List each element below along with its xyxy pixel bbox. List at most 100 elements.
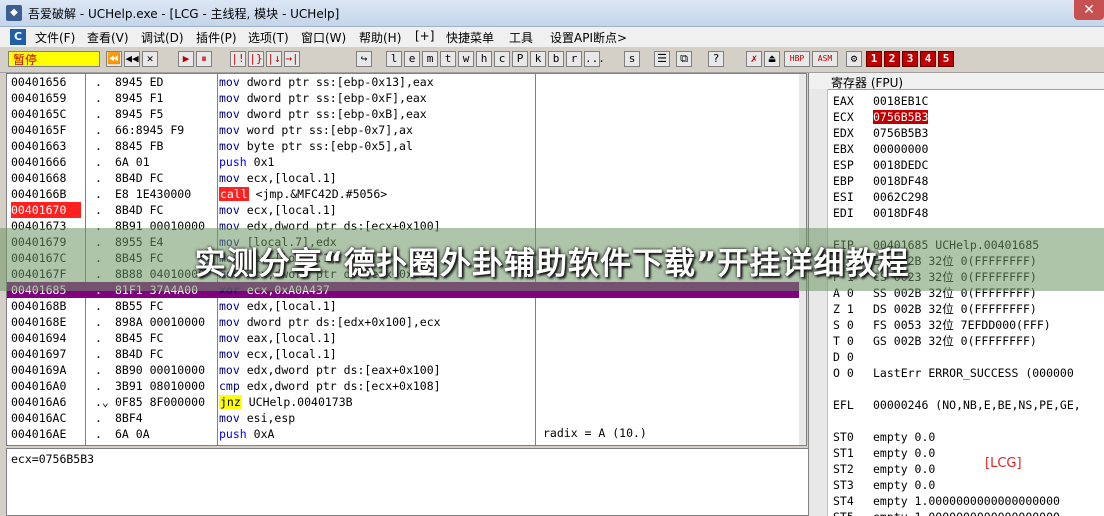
disasm-instruction: mov esi,esp <box>219 410 535 426</box>
disasm-row[interactable]: 0040165C. 8945 F5 mov dword ptr ss:[ebp-0x… <box>7 106 806 122</box>
close-process-icon[interactable]: ✕ <box>142 51 158 67</box>
menu-window[interactable]: 窗口(W) <box>301 29 346 46</box>
handles-button[interactable]: h <box>476 51 492 67</box>
register-line[interactable]: EBP 0018DF48 <box>833 173 1104 189</box>
list-icon[interactable]: ☰ <box>654 51 670 67</box>
menu-debug[interactable]: 调试(D) <box>141 29 184 46</box>
cpu-window-icon[interactable]: C <box>10 29 26 45</box>
disasm-row[interactable]: 00401670. 8B4D FC mov ecx,[local.1] <box>7 202 806 218</box>
window-icon[interactable]: ⧉ <box>676 51 692 67</box>
run-icon[interactable]: ▶ <box>178 51 194 67</box>
menu-shortcut[interactable]: 快捷菜单 <box>446 29 494 46</box>
menu-plugins[interactable]: 插件(P) <box>196 29 237 46</box>
disasm-row[interactable]: 004016B0. 8B45 F8 lea eax,[local.6] <box>7 442 806 445</box>
asm-button[interactable]: ASM <box>812 51 838 67</box>
menu-api-breakpoint[interactable]: 设置API断点> <box>550 29 627 46</box>
register-line[interactable]: ST3 empty 0.0 <box>833 477 1104 493</box>
modules-button[interactable]: e <box>404 51 420 67</box>
disasm-row[interactable]: 00401656. 8945 ED mov dword ptr ss:[ebp-0x… <box>7 74 806 90</box>
register-line[interactable]: ESP 0018DEDC <box>833 157 1104 173</box>
disasm-row[interactable]: 00401659. 8945 F1 mov dword ptr ss:[ebp-0x… <box>7 90 806 106</box>
disasm-row[interactable]: 004016A0. 3B91 08010000 cmp edx,dword ptr … <box>7 378 806 394</box>
register-line[interactable]: ST2 empty 0.0 <box>833 461 1104 477</box>
trace-over-icon[interactable]: →| <box>284 51 300 67</box>
eject-icon[interactable]: ⏏ <box>764 51 780 67</box>
register-line[interactable]: S 0 FS 0053 32位 7EFDD000(FFF) <box>833 317 1104 333</box>
number-button-5[interactable]: 5 <box>938 51 954 67</box>
disasm-row[interactable]: 0040168E. 898A 00010000 mov dword ptr ds:[… <box>7 314 806 330</box>
menu-tools[interactable]: 工具 <box>509 29 533 46</box>
number-button-2[interactable]: 2 <box>884 51 900 67</box>
registers-pane[interactable]: 寄存器 (FPU) EAX 0018EB1C ECX 0756B5B3 EDX 0756B… <box>808 73 1104 516</box>
step-into-icon[interactable]: |! <box>230 51 246 67</box>
disasm-instruction: mov byte ptr ss:[ebp-0x5],al <box>219 138 535 154</box>
register-line[interactable]: T 0 GS 002B 32位 0(FFFFFFFF) <box>833 333 1104 349</box>
memory-button[interactable]: m <box>422 51 438 67</box>
windows-button[interactable]: w <box>458 51 474 67</box>
open-icon[interactable]: ⏪ <box>106 51 122 67</box>
disasm-row[interactable]: 004016AE. 6A 0A push 0xA <box>7 426 806 442</box>
register-value: empty 0.0 <box>873 462 936 476</box>
register-value: empty 1.0000000000000000000 <box>873 494 1060 508</box>
disasm-row[interactable]: 0040166B. E8 1E430000 call <jmp.&MFC42D.#5… <box>7 186 806 202</box>
run-trace-button[interactable]: ... <box>584 51 605 67</box>
menu-view[interactable]: 查看(V) <box>87 29 129 46</box>
number-button-1[interactable]: 1 <box>866 51 882 67</box>
registers-header[interactable]: 寄存器 (FPU) <box>809 73 1104 90</box>
register-line[interactable]: EBX 00000000 <box>833 141 1104 157</box>
register-line[interactable]: ST0 empty 0.0 <box>833 429 1104 445</box>
register-line[interactable]: EFL 00000246 (NO,NB,E,BE,NS,PE,GE, <box>833 397 1104 413</box>
register-line[interactable] <box>833 381 1104 397</box>
disasm-row[interactable]: 00401694. 8B45 FC mov eax,[local.1] <box>7 330 806 346</box>
hardware-breakpoint-button[interactable]: HBP <box>784 51 810 67</box>
trace-into-icon[interactable]: |↓ <box>266 51 282 67</box>
step-over-icon[interactable]: |} <box>248 51 264 67</box>
settings-icon[interactable]: ⚙ <box>846 51 862 67</box>
register-line[interactable]: EAX 0018EB1C <box>833 93 1104 109</box>
menu-help[interactable]: 帮助(H) <box>359 29 401 46</box>
help-icon[interactable]: ? <box>708 51 724 67</box>
disasm-row[interactable]: 00401668. 8B4D FC mov ecx,[local.1] <box>7 170 806 186</box>
disasm-row[interactable]: 0040169A. 8B90 00010000 mov edx,dword ptr … <box>7 362 806 378</box>
register-line[interactable]: EDI 0018DF48 <box>833 205 1104 221</box>
disasm-row[interactable]: 00401666. 6A 01 push 0x1 <box>7 154 806 170</box>
disasm-row[interactable]: 004016AC. 8BF4 mov esi,esp <box>7 410 806 426</box>
disasm-marker: . <box>95 411 102 425</box>
disasm-row[interactable]: 00401697. 8B4D FC mov ecx,[local.1] <box>7 346 806 362</box>
menu-file[interactable]: 文件(F) <box>35 29 75 46</box>
log-window-button[interactable]: l <box>386 51 402 67</box>
call-stack-button[interactable]: k <box>530 51 546 67</box>
delete-icon[interactable]: ✗ <box>746 51 762 67</box>
go-to-icon[interactable]: ↪ <box>356 51 372 67</box>
disasm-row[interactable]: 0040165F. 66:8945 F9 mov word ptr ss:[ebp-… <box>7 122 806 138</box>
source-button[interactable]: s <box>624 51 640 67</box>
registers-scrollbar[interactable] <box>809 89 828 516</box>
disasm-row[interactable]: 00401663. 8845 FB mov byte ptr ss:[ebp-0x5… <box>7 138 806 154</box>
threads-button[interactable]: t <box>440 51 456 67</box>
rewind-icon[interactable]: ◀◀ <box>124 51 140 67</box>
patches-button[interactable]: P <box>512 51 528 67</box>
register-line[interactable]: ST1 empty 0.0 <box>833 445 1104 461</box>
disasm-row[interactable]: 0040168B. 8B55 FC mov edx,[local.1] <box>7 298 806 314</box>
register-value: 0018DF48 <box>873 206 929 220</box>
menu-expand[interactable]: [+] <box>415 29 434 43</box>
references-button[interactable]: r <box>566 51 582 67</box>
breakpoints-button[interactable]: b <box>548 51 564 67</box>
number-button-3[interactable]: 3 <box>902 51 918 67</box>
register-line[interactable]: O 0 LastErr ERROR_SUCCESS (000000 <box>833 365 1104 381</box>
register-line[interactable]: ST5empty 1.0000000000000000000 <box>833 509 1104 516</box>
disasm-row[interactable]: 004016A6 .⌄ 0F85 8F000000 jnz UCHelp.004017… <box>7 394 806 410</box>
register-line[interactable]: D 0 <box>833 349 1104 365</box>
register-line[interactable]: ECX 0756B5B3 <box>833 109 1104 125</box>
pause-icon[interactable]: ⏸ <box>196 51 212 67</box>
menu-options[interactable]: 选项(T) <box>248 29 289 46</box>
register-line[interactable]: EDX 0756B5B3 <box>833 125 1104 141</box>
register-line[interactable]: ESI 0062C298 <box>833 189 1104 205</box>
register-line[interactable]: Z 1 DS 002B 32位 0(FFFFFFFF) <box>833 301 1104 317</box>
register-value: 0756B5B3 <box>873 126 929 140</box>
number-button-4[interactable]: 4 <box>920 51 936 67</box>
register-line[interactable]: ST4 empty 1.0000000000000000000 <box>833 493 1104 509</box>
close-button[interactable]: ✕ <box>1074 0 1104 20</box>
cpu-button[interactable]: c <box>494 51 510 67</box>
register-line[interactable] <box>833 413 1104 429</box>
